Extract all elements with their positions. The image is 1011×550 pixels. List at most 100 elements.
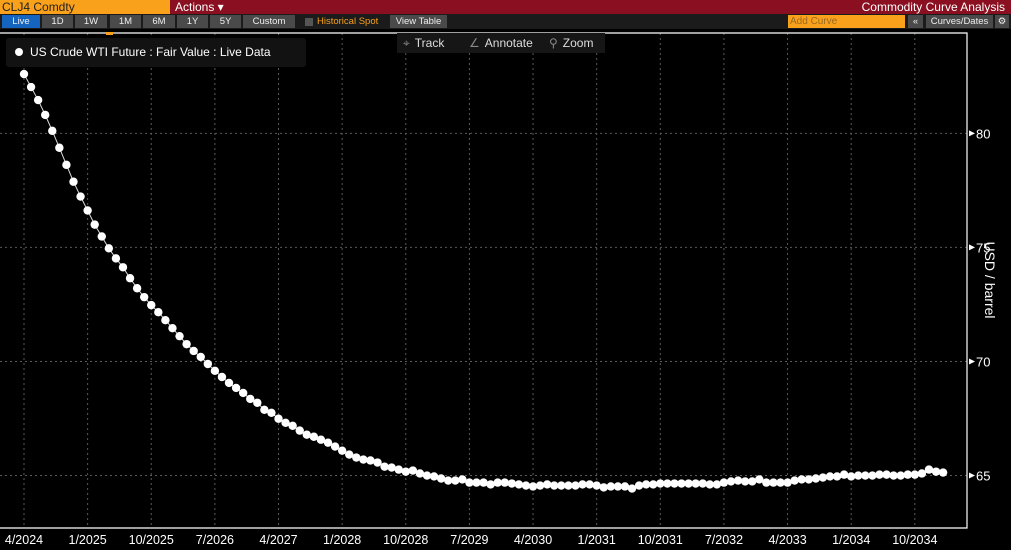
data-point (196, 352, 205, 362)
data-point (33, 95, 43, 105)
y-axis-title: USD / barrel (982, 241, 998, 319)
data-point (804, 475, 813, 484)
data-point (330, 442, 340, 451)
data-point (733, 476, 743, 485)
curves-dates-button[interactable]: Curves/Dates (926, 15, 993, 28)
data-point (839, 470, 849, 479)
range-1w-button[interactable]: 1W (75, 15, 107, 28)
data-point (41, 110, 50, 120)
data-point (868, 471, 877, 480)
data-point (542, 480, 552, 489)
gear-icon[interactable]: ⚙ (995, 15, 1009, 28)
range-custom-button[interactable]: Custom (243, 15, 295, 28)
data-point (111, 254, 121, 263)
range-5y-button[interactable]: 5Y (210, 15, 241, 28)
annotate-button[interactable]: ∠ Annotate (469, 33, 533, 53)
data-point (500, 478, 509, 487)
zoom-label: Zoom (562, 36, 594, 50)
track-label: Track (414, 36, 445, 50)
data-point (401, 467, 410, 476)
data-point (19, 69, 29, 79)
data-point (924, 465, 934, 474)
data-point (634, 481, 644, 490)
data-point (274, 414, 283, 423)
data-point (896, 471, 905, 480)
range-1d-button[interactable]: 1D (42, 15, 73, 28)
data-point (910, 470, 920, 479)
security-input[interactable]: CLJ4 Comdty (0, 0, 170, 14)
data-point (83, 206, 92, 215)
x-tick-label: 4/2027 (259, 533, 297, 547)
x-tick-label: 7/2026 (196, 533, 234, 547)
live-marker (106, 32, 113, 35)
data-point (387, 463, 396, 472)
data-point (832, 472, 842, 481)
y-tick-marker (969, 358, 975, 365)
data-point (168, 323, 177, 333)
data-point (175, 331, 184, 341)
historical-spot-label[interactable]: Historical Spot (317, 15, 378, 28)
zoom-button[interactable]: ⚲ Zoom (549, 33, 593, 53)
data-point (132, 284, 142, 293)
data-point (104, 244, 114, 253)
data-point (514, 480, 524, 489)
curve-chart[interactable]: 657075804/2024 1/2025 10/2025 7/2026 4/2027 1… (0, 0, 1011, 550)
y-tick-marker (969, 244, 975, 251)
data-point (436, 474, 446, 483)
range-6m-button[interactable]: 6M (143, 15, 175, 28)
legend-label: US Crude WTI Future : Fair Value : Live … (30, 45, 271, 59)
data-point (238, 388, 248, 398)
range-1m-button[interactable]: 1M (110, 15, 141, 28)
legend-marker-icon (15, 48, 23, 56)
data-point (267, 408, 276, 418)
data-point (302, 430, 311, 439)
data-point (373, 458, 382, 467)
x-tick-label: 4/2033 (768, 533, 806, 547)
legend: US Crude WTI Future : Fair Value : Live … (6, 38, 306, 67)
data-point (917, 469, 927, 478)
pencil-icon: ∠ (469, 36, 480, 50)
data-point (811, 474, 821, 483)
historical-spot-checkbox[interactable] (305, 18, 313, 26)
data-point (246, 394, 255, 404)
data-point (359, 455, 368, 464)
data-point (882, 470, 891, 479)
x-tick-label: 10/2028 (383, 533, 428, 547)
data-point (224, 378, 234, 388)
data-point (790, 476, 799, 485)
data-point (422, 471, 432, 480)
data-point (26, 82, 36, 92)
toolbar: Live 1D 1W 1M 6M 1Y 5Y Custom Historical… (0, 14, 1011, 29)
app-title: Commodity Curve Analysis (861, 0, 1005, 14)
data-point (182, 339, 191, 349)
data-point (295, 426, 304, 435)
data-point (846, 472, 856, 481)
x-tick-label: 1/2031 (578, 533, 616, 547)
data-point (380, 462, 389, 471)
actions-menu[interactable]: Actions ▾ (172, 0, 234, 14)
series-line (23, 73, 944, 490)
x-tick-label: 4/2024 (5, 533, 43, 547)
x-tick-label: 1/2025 (69, 533, 107, 547)
data-point (62, 160, 71, 170)
collapse-button[interactable]: « (908, 15, 923, 28)
track-button[interactable]: ⌖ Track (403, 33, 444, 53)
data-point (931, 467, 941, 476)
range-live-button[interactable]: Live (2, 15, 40, 28)
y-tick-label: 80 (976, 126, 990, 141)
view-table-button[interactable]: View Table (390, 15, 447, 28)
data-point (203, 359, 213, 369)
data-point (783, 478, 792, 487)
add-curve-input[interactable]: Add Curve (788, 15, 905, 28)
data-point (366, 456, 375, 465)
y-tick-marker (969, 472, 975, 479)
data-point (55, 143, 64, 152)
x-tick-label: 4/2030 (514, 533, 552, 547)
data-point (161, 315, 170, 325)
data-point (210, 366, 220, 376)
data-point (147, 300, 156, 310)
range-1y-button[interactable]: 1Y (177, 15, 208, 28)
data-point (585, 480, 594, 489)
annotate-label: Annotate (484, 36, 533, 50)
data-point (479, 478, 488, 487)
